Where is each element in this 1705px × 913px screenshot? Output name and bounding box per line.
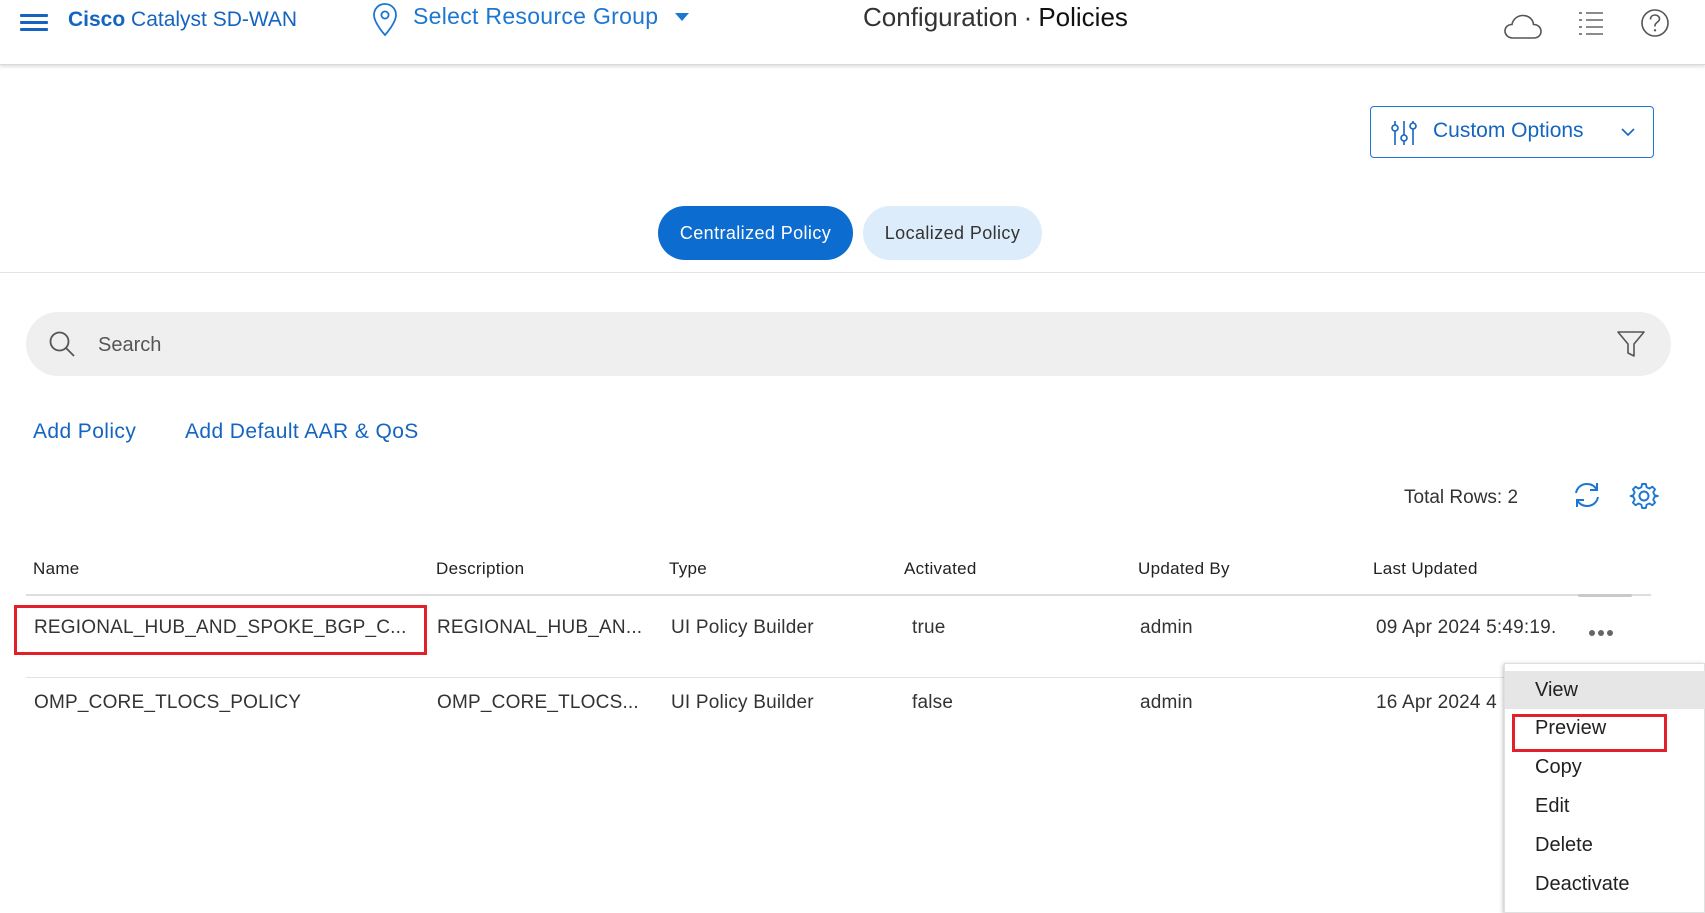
menu-item-deactivate[interactable]: Deactivate [1505, 865, 1705, 903]
column-header-activated[interactable]: Activated [904, 559, 977, 579]
highlight-box [1512, 714, 1667, 752]
tab-centralized-policy[interactable]: Centralized Policy [658, 206, 853, 260]
resource-group-selector[interactable]: Select Resource Group [413, 3, 658, 30]
refresh-icon[interactable] [1572, 480, 1602, 510]
menu-item-delete[interactable]: Delete [1505, 826, 1705, 864]
column-header-description[interactable]: Description [436, 559, 524, 579]
menu-item-view[interactable]: View [1505, 671, 1705, 709]
policy-name-cell[interactable]: OMP_CORE_TLOCS_POLICY [34, 692, 301, 714]
column-header-type[interactable]: Type [669, 559, 707, 579]
add-policy-link[interactable]: Add Policy [33, 420, 136, 444]
filter-icon[interactable] [1616, 329, 1646, 359]
menu-icon[interactable] [20, 10, 48, 32]
activated-cell: true [912, 617, 946, 638]
search-bar [26, 312, 1671, 376]
title-page: Policies [1038, 2, 1128, 32]
search-icon [49, 331, 75, 357]
context-menu: View Preview Copy Edit Delete Deactivate [1504, 663, 1705, 913]
title-separator: · [1023, 2, 1033, 32]
type-cell: UI Policy Builder [671, 617, 814, 638]
more-actions-icon[interactable] [1589, 623, 1619, 636]
app-brand[interactable]: Cisco Catalyst SD-WAN [68, 8, 297, 32]
caret-down-icon[interactable] [675, 13, 689, 21]
title-section: Configuration [863, 2, 1018, 32]
menu-item-edit[interactable]: Edit [1505, 787, 1705, 825]
column-header-updated-by[interactable]: Updated By [1138, 559, 1230, 579]
row-separator [26, 677, 1651, 678]
updated-by-cell: admin [1140, 692, 1193, 713]
help-icon[interactable] [1640, 8, 1670, 38]
highlight-box [14, 605, 427, 655]
total-rows-count: Total Rows: 2 [1404, 487, 1519, 508]
page-title: Configuration · Policies [863, 2, 1128, 33]
header-scroll-tab [1578, 594, 1632, 597]
search-input[interactable] [96, 326, 1560, 364]
last-updated-cell: 09 Apr 2024 5:49:19. [1376, 617, 1557, 638]
section-divider [0, 272, 1705, 273]
location-pin-icon [373, 3, 397, 37]
task-list-icon[interactable] [1577, 10, 1605, 36]
gear-icon[interactable] [1629, 481, 1659, 511]
brand-rest: Catalyst SD-WAN [125, 8, 298, 31]
last-updated-cell: 16 Apr 2024 4 [1376, 692, 1497, 713]
custom-options-label: Custom Options [1433, 119, 1584, 142]
brand-strong: Cisco [68, 8, 126, 31]
table-header-line [26, 594, 1651, 596]
add-default-aar-qos-link[interactable]: Add Default AAR & QoS [185, 420, 419, 444]
tab-localized-policy[interactable]: Localized Policy [863, 206, 1042, 260]
cloud-icon[interactable] [1503, 12, 1543, 42]
description-cell: REGIONAL_HUB_AN... [437, 617, 643, 638]
activated-cell: false [912, 692, 954, 713]
type-cell: UI Policy Builder [671, 692, 814, 713]
sliders-icon [1391, 121, 1417, 145]
updated-by-cell: admin [1140, 617, 1193, 638]
chevron-down-icon [1621, 128, 1635, 137]
menu-item-copy[interactable]: Copy [1505, 748, 1705, 786]
column-header-last-updated[interactable]: Last Updated [1373, 559, 1478, 579]
description-cell: OMP_CORE_TLOCS... [437, 692, 639, 713]
custom-options-button[interactable]: Custom Options [1370, 106, 1654, 158]
column-header-name[interactable]: Name [33, 559, 80, 579]
